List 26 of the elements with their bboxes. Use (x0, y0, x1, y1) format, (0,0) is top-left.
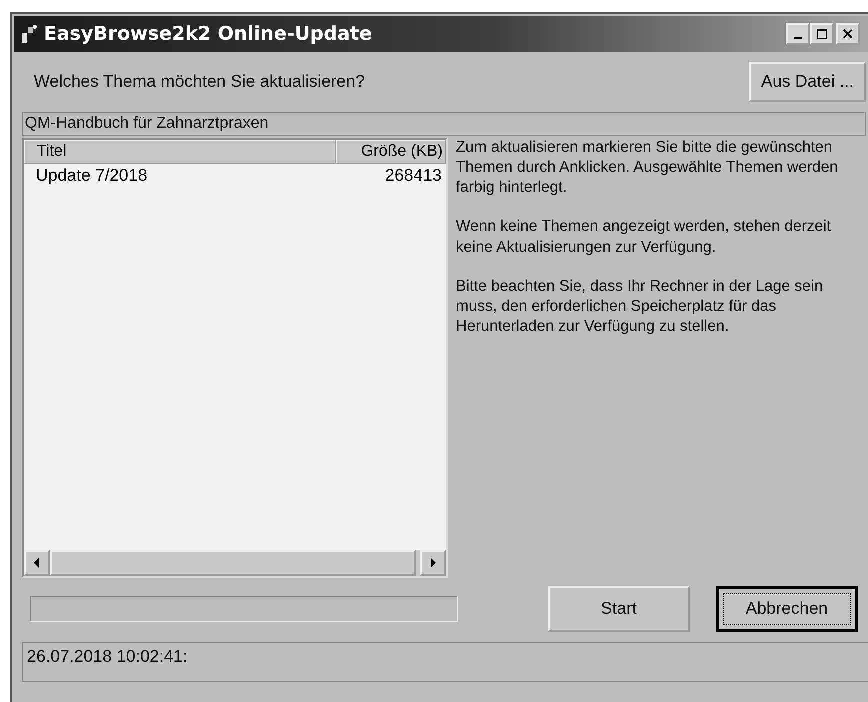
start-button[interactable]: Start (548, 586, 690, 632)
status-text: 26.07.2018 10:02:41: (27, 647, 188, 666)
question-label: Welches Thema möchten Sie aktualisieren? (34, 72, 366, 92)
column-header[interactable]: Größe (KB) (336, 140, 446, 164)
list-row[interactable]: Update 7/2018 268413 (24, 164, 446, 188)
left-arrow-icon (33, 558, 41, 568)
info-paragraph: Wenn keine Themen angezeigt werden, stehen derzeit keine Aktualisierungen zur Verfügung. (456, 217, 832, 258)
maximize-icon (817, 29, 827, 39)
scroll-right-button[interactable] (420, 550, 446, 576)
close-button[interactable] (836, 23, 860, 45)
window-title: EasyBrowse2k2 Online-Update (44, 23, 374, 45)
theme-field: QM-Handbuch für Zahnarztpraxen (22, 112, 866, 136)
scroll-left-button[interactable] (24, 550, 50, 576)
from-file-button[interactable]: Aus Datei ... (749, 62, 866, 102)
cancel-button[interactable]: Abbrechen (716, 586, 858, 632)
info-paragraph: Bitte beachten Sie, dass Ihr Rechner in der Lage sein muss, den erforderlichen Speicherplatz für das Herunterladen zur Verfügung zu stellen. (456, 276, 824, 337)
column-header[interactable]: Titel (24, 140, 336, 164)
title-cell-text: Update 7/2018 (36, 166, 149, 186)
right-arrow-icon (429, 558, 437, 568)
info-paragraph: Zum aktualisieren markieren Sie bitte die gewünschten Themen durch Anklicken. Ausgewählte Themen werden farbig hinterlegt. (456, 138, 840, 198)
close-icon (843, 29, 853, 39)
size-cell: 268413 (385, 166, 442, 186)
maximize-button[interactable] (810, 23, 834, 45)
minimize-icon (794, 37, 802, 39)
minimize-button[interactable] (786, 23, 810, 45)
app-icon (20, 23, 40, 45)
